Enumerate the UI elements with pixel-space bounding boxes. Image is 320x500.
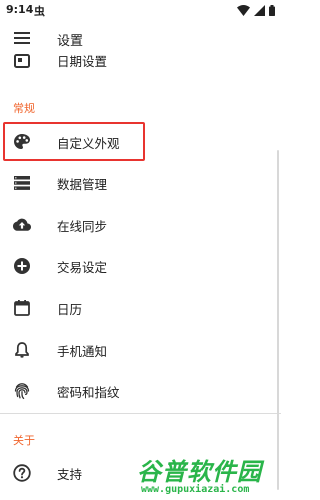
watermark-url: www.gupuxiazai.com bbox=[141, 484, 250, 495]
scrollbar[interactable] bbox=[277, 150, 279, 490]
list-item-data-management[interactable]: 数据管理 bbox=[0, 164, 281, 202]
status-time: 9:14 bbox=[6, 3, 34, 16]
section-header-about: 关于 bbox=[13, 434, 35, 447]
highlight-box bbox=[3, 122, 145, 161]
watermark-title: 谷普软件园 bbox=[137, 458, 262, 486]
list-item-date-settings[interactable]: 日期设置 bbox=[0, 42, 281, 80]
wifi-icon bbox=[237, 4, 250, 16]
list-item-online-sync[interactable]: 在线同步 bbox=[0, 206, 281, 244]
add-circle-icon bbox=[14, 258, 30, 274]
status-bar: 9:14 虫 bbox=[0, 0, 281, 22]
battery-icon bbox=[269, 4, 275, 16]
list-item-label: 手机通知 bbox=[57, 344, 108, 359]
status-icons bbox=[237, 4, 275, 16]
list-item-password-fingerprint[interactable]: 密码和指纹 bbox=[0, 372, 281, 410]
bell-icon bbox=[15, 342, 29, 358]
notification-icon: 虫 bbox=[34, 5, 45, 18]
list-item-label: 支持 bbox=[57, 467, 83, 482]
list-item-phone-notification[interactable]: 手机通知 bbox=[0, 331, 281, 369]
section-header-general: 常规 bbox=[13, 102, 35, 115]
signal-icon bbox=[254, 4, 265, 16]
calendar-icon bbox=[14, 300, 30, 316]
list-item-label: 日历 bbox=[57, 302, 83, 317]
watermark-logo: 谷普软件园 www.gupuxiazai.com bbox=[137, 452, 279, 498]
calendar-square-icon bbox=[14, 54, 30, 68]
list-item-label: 日期设置 bbox=[57, 54, 108, 69]
storage-list-icon bbox=[14, 176, 30, 190]
cloud-upload-icon bbox=[13, 218, 31, 231]
fingerprint-icon bbox=[14, 383, 30, 400]
help-circle-icon bbox=[13, 464, 31, 482]
list-item-calendar[interactable]: 日历 bbox=[0, 289, 281, 327]
list-item-trade-settings[interactable]: 交易设定 bbox=[0, 247, 281, 285]
section-divider bbox=[0, 413, 281, 414]
list-item-label: 密码和指纹 bbox=[57, 385, 120, 400]
list-item-label: 数据管理 bbox=[57, 177, 108, 192]
list-item-label: 在线同步 bbox=[57, 219, 108, 234]
list-item-label: 交易设定 bbox=[57, 260, 108, 275]
